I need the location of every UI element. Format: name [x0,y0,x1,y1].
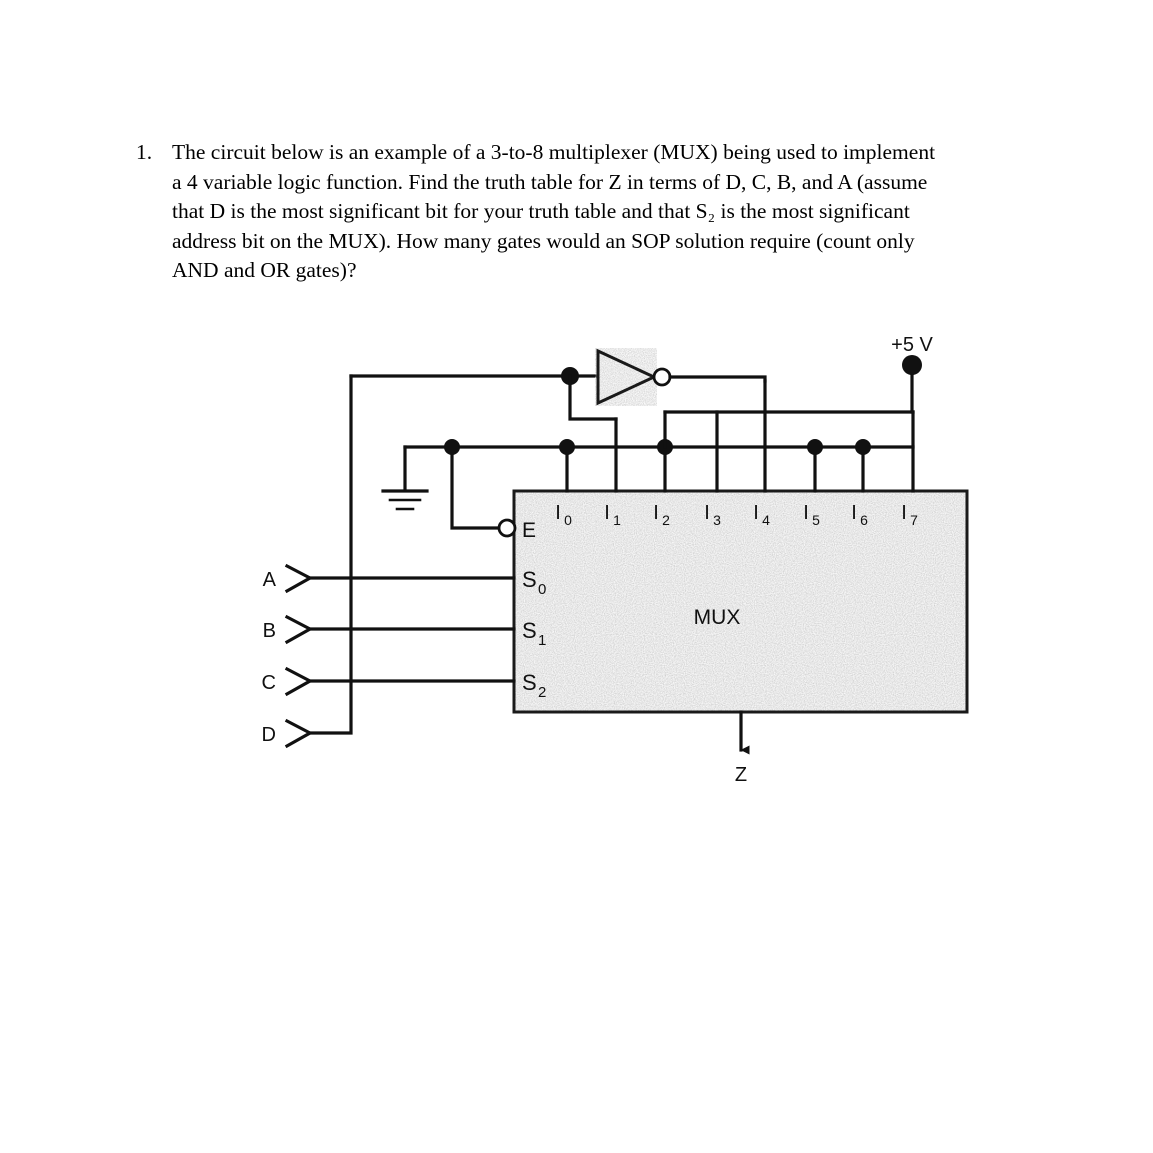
label-i0-base: I [555,502,561,524]
terminal-d[interactable]: D [262,718,314,749]
label-s2-base: S [522,670,537,695]
output-label: Z [735,764,747,786]
inverter-body-texture [598,351,654,403]
junction-gnd-i6 [855,439,871,455]
label-i5-base: I [803,502,809,524]
ground-to-enable-wire [450,445,502,530]
terminal-d-label: D [262,724,276,746]
mux-output: Z [735,710,750,786]
supply-terminal-dot [902,355,922,375]
label-i4-sub: 4 [762,512,770,528]
ground-symbol [381,489,429,511]
enable-bubble-icon [497,518,517,538]
terminal-b-label: B [263,620,276,642]
circuit-diagram: MUX +5 V A B C D E I 0 I 1 I 2 I 3 I 4 I… [0,0,1153,1153]
label-i2-sub: 2 [662,512,670,528]
label-i4-base: I [753,502,759,524]
terminal-c-label: C [262,672,276,694]
inverter-gate [349,348,767,421]
signal-terminals: A B C D [262,563,314,749]
supply-label: +5 V [891,334,933,356]
terminal-c-connector-icon [284,666,314,697]
junction-gnd-i5 [807,439,823,455]
terminal-a-connector-icon [284,563,314,594]
terminal-b-connector-icon [284,614,314,645]
label-i3-base: I [704,502,710,524]
enable-label: E [522,519,536,542]
label-i0-sub: 0 [564,512,572,528]
terminal-a[interactable]: A [263,563,314,594]
mux-data-input-stubs [565,379,915,493]
label-i3-sub: 3 [713,512,721,528]
supply-rail: +5 V [663,334,934,449]
label-s1-base: S [522,618,537,643]
inverter-bubble-icon [652,367,672,387]
junction-gnd-enable [444,439,460,455]
mux-body-texture [514,491,967,712]
circuit-svg: MUX +5 V A B C D E I 0 I 1 I 2 I 3 I 4 I… [262,334,969,786]
label-s0-sub: 0 [538,581,546,598]
mux-block: MUX [512,489,969,714]
terminal-a-label: A [263,569,277,591]
terminal-c[interactable]: C [262,666,314,697]
inverter-output-wire [668,375,767,383]
label-i1-base: I [604,502,610,524]
label-i6-base: I [851,502,857,524]
terminal-b[interactable]: B [263,614,314,645]
junction-gnd-i0 [559,439,575,455]
label-s0-base: S [522,567,537,592]
select-input-wires [308,576,516,683]
label-i7-base: I [901,502,907,524]
label-s1-sub: 1 [538,632,546,649]
label-i5-sub: 5 [812,512,820,528]
label-s2-sub: 2 [538,684,546,701]
mux-block-label: MUX [694,606,741,629]
terminal-d-connector-icon [284,718,314,749]
label-i6-sub: 6 [860,512,868,528]
label-i7-sub: 7 [910,512,918,528]
label-i2-base: I [653,502,659,524]
label-i1-sub: 1 [613,512,621,528]
